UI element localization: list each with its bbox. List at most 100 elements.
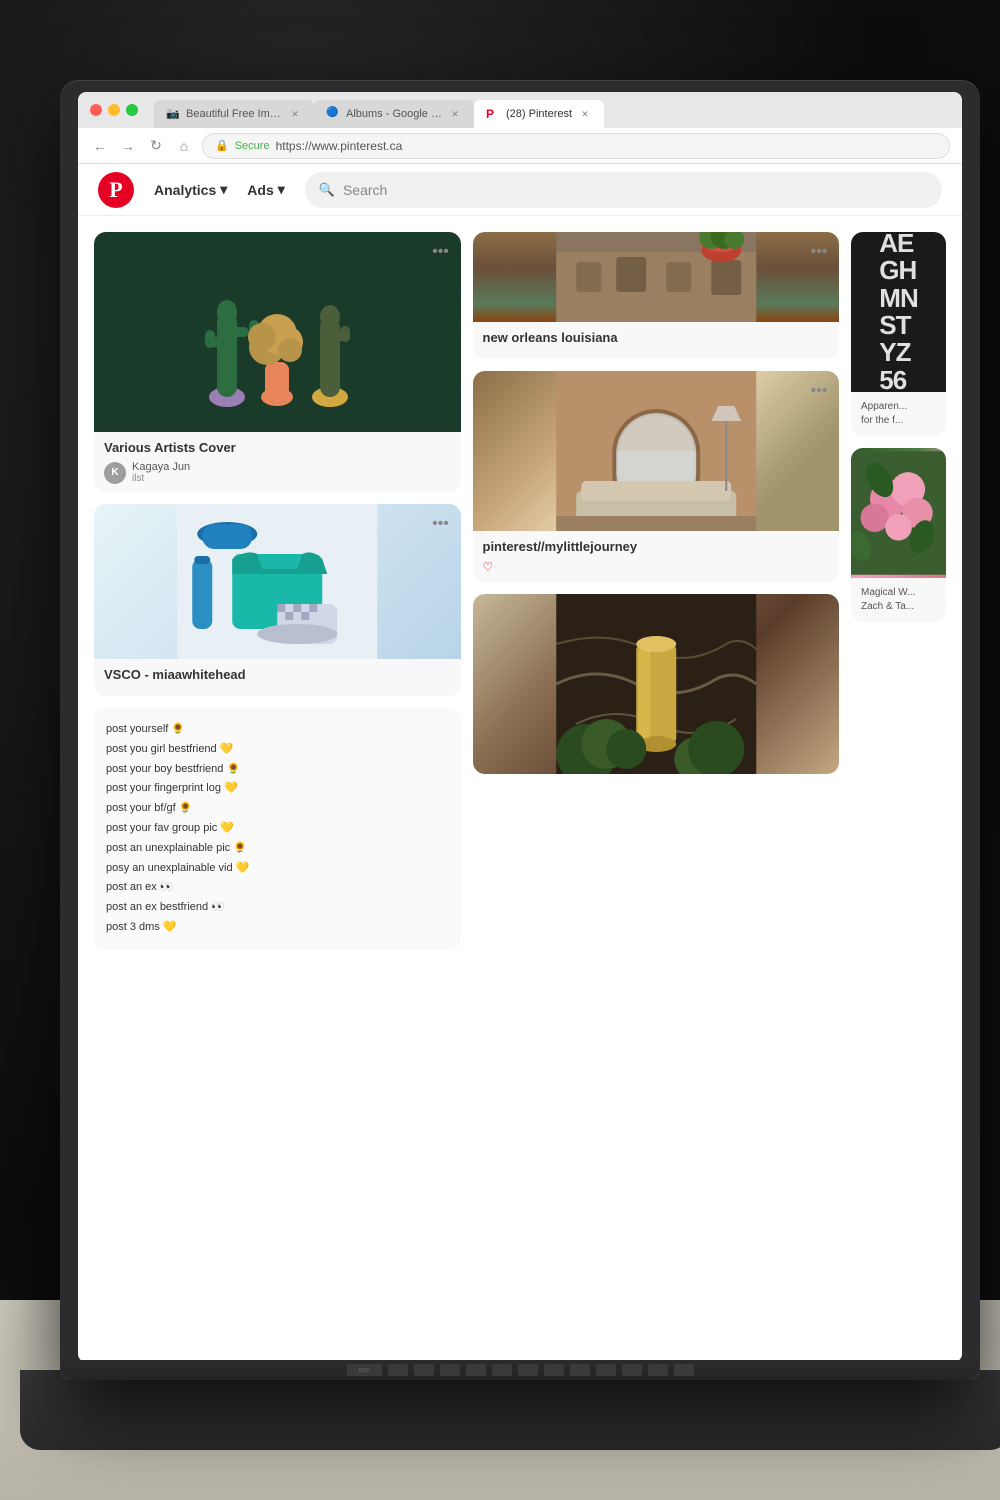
pinterest-navbar: P Analytics ▾ Ads ▾ 🔍 Search <box>78 164 962 216</box>
pin-typography-image: AEGHMNSTYZ56 <box>851 232 946 392</box>
text-line-5: post your bf/gf 🌻 <box>106 799 449 819</box>
address-bar: ← → ↻ ⌂ 🔒 Secure https://www.pinterest.c… <box>78 128 962 164</box>
pin-text-list[interactable]: post yourself 🌻 post you girl bestfriend… <box>94 708 461 950</box>
esc-key[interactable]: esc <box>347 1364 382 1376</box>
pin-plants-more[interactable]: ••• <box>429 240 453 264</box>
masonry-grid: Various Artists Cover K Kagaya Jun ilst … <box>78 216 962 1362</box>
pin-floral-info: Magical W...Zach & Ta... <box>851 578 946 622</box>
analytics-label: Analytics <box>154 182 216 198</box>
pin-typography[interactable]: AEGHMNSTYZ56 Apparen...for the f... <box>851 232 946 436</box>
tab-pinterest-label: (28) Pinterest <box>506 108 572 120</box>
refresh-button[interactable]: ↻ <box>146 136 166 156</box>
pin-plants-sublabel: ilst <box>132 473 190 484</box>
tab-unsplash-label: Beautiful Free Images & Pictu... <box>186 108 282 120</box>
pin-interior[interactable]: pinterest//mylittlejourney ♡ ••• <box>473 371 840 582</box>
pin-marble[interactable] <box>473 594 840 774</box>
f2-key[interactable] <box>414 1364 434 1376</box>
pin-marble-image <box>473 594 840 774</box>
plant-illustration-image <box>94 232 461 432</box>
pin-vsco-title: VSCO - miaawhitehead <box>104 667 451 682</box>
pin-column-1: Various Artists Cover K Kagaya Jun ilst … <box>94 232 461 1346</box>
google-photos-favicon: 🔵 <box>326 107 340 121</box>
search-icon: 🔍 <box>319 182 335 198</box>
text-line-1: post yourself 🌻 <box>106 720 449 740</box>
pin-column-3: AEGHMNSTYZ56 Apparen...for the f... <box>851 232 946 1346</box>
pin-new-orleans-more[interactable]: ••• <box>807 240 831 264</box>
ads-menu[interactable]: Ads ▾ <box>247 181 284 198</box>
pin-new-orleans[interactable]: new orleans louisiana ••• <box>473 232 840 359</box>
pin-vsco-info: VSCO - miaawhitehead <box>94 659 461 696</box>
f10-key[interactable] <box>622 1364 642 1376</box>
secure-label: Secure <box>235 140 270 152</box>
heart-icon: ♡ <box>483 560 494 574</box>
pinterest-favicon: P <box>486 107 500 121</box>
text-line-6: post your fav group pic 💛 <box>106 819 449 839</box>
tab-unsplash-close[interactable]: ✕ <box>288 107 302 121</box>
f7-key[interactable] <box>544 1364 564 1376</box>
pin-plants[interactable]: Various Artists Cover K Kagaya Jun ilst … <box>94 232 461 492</box>
text-line-11: post 3 dms 💛 <box>106 918 449 938</box>
pin-plants-info: Various Artists Cover K Kagaya Jun ilst <box>94 432 461 492</box>
url-text: https://www.pinterest.ca <box>276 139 403 153</box>
text-line-10: post an ex bestfriend 👀 <box>106 898 449 918</box>
pin-new-orleans-title: new orleans louisiana <box>483 330 830 345</box>
f12-key[interactable] <box>674 1364 694 1376</box>
pin-plants-user: K Kagaya Jun ilst <box>104 461 451 484</box>
f11-key[interactable] <box>648 1364 668 1376</box>
pin-vsco-more[interactable]: ••• <box>429 512 453 536</box>
ads-chevron: ▾ <box>278 181 285 198</box>
maximize-button[interactable] <box>126 104 138 116</box>
pin-floral-image <box>851 448 946 578</box>
f9-key[interactable] <box>596 1364 616 1376</box>
f8-key[interactable] <box>570 1364 590 1376</box>
tab-pinterest-close[interactable]: ✕ <box>578 107 592 121</box>
pin-plants-username: Kagaya Jun <box>132 461 190 473</box>
pin-plants-avatar: K <box>104 462 126 484</box>
back-button[interactable]: ← <box>90 136 110 156</box>
url-bar[interactable]: 🔒 Secure https://www.pinterest.ca <box>202 133 950 159</box>
tab-pinterest[interactable]: P (28) Pinterest ✕ <box>474 100 604 128</box>
pin-interior-title: pinterest//mylittlejourney <box>483 539 830 554</box>
forward-button[interactable]: → <box>118 136 138 156</box>
close-button[interactable] <box>90 104 102 116</box>
tab-google-photos[interactable]: 🔵 Albums - Google Photos ✕ <box>314 100 474 128</box>
tab-unsplash[interactable]: 📷 Beautiful Free Images & Pictu... ✕ <box>154 100 314 128</box>
pinterest-content: Various Artists Cover K Kagaya Jun ilst … <box>78 216 962 1362</box>
text-line-2: post you girl bestfriend 💛 <box>106 740 449 760</box>
f4-key[interactable] <box>466 1364 486 1376</box>
typography-text: AEGHMNSTYZ56 <box>871 232 925 392</box>
pin-interior-more[interactable]: ••• <box>807 379 831 403</box>
text-line-7: post an unexplainable pic 🌻 <box>106 839 449 859</box>
pin-text-list-image: post yourself 🌻 post you girl bestfriend… <box>94 708 461 950</box>
browser-tabs: 📷 Beautiful Free Images & Pictu... ✕ 🔵 A… <box>154 92 950 128</box>
lock-icon: 🔒 <box>215 139 229 152</box>
pin-floral-title: Magical W...Zach & Ta... <box>861 586 936 614</box>
pin-floral[interactable]: Magical W...Zach & Ta... <box>851 448 946 622</box>
text-line-4: post your fingerprint log 💛 <box>106 779 449 799</box>
analytics-menu[interactable]: Analytics ▾ <box>154 181 227 198</box>
f6-key[interactable] <box>518 1364 538 1376</box>
pin-new-orleans-info: new orleans louisiana <box>473 322 840 359</box>
text-line-9: post an ex 👀 <box>106 878 449 898</box>
pin-vsco-image <box>94 504 461 659</box>
f1-key[interactable] <box>388 1364 408 1376</box>
home-button[interactable]: ⌂ <box>174 136 194 156</box>
f3-key[interactable] <box>440 1364 460 1376</box>
pin-new-orleans-image <box>473 232 840 322</box>
pin-vsco[interactable]: VSCO - miaawhitehead ••• <box>94 504 461 696</box>
pin-interior-info: pinterest//mylittlejourney ♡ <box>473 531 840 582</box>
pin-typography-info: Apparen...for the f... <box>851 392 946 436</box>
minimize-button[interactable] <box>108 104 120 116</box>
analytics-chevron: ▾ <box>220 181 227 198</box>
pin-typography-title: Apparen...for the f... <box>861 400 936 428</box>
keyboard-hint: esc <box>60 1360 980 1380</box>
f5-key[interactable] <box>492 1364 512 1376</box>
pinterest-logo[interactable]: P <box>98 172 134 208</box>
pin-column-2: new orleans louisiana ••• <box>473 232 840 1346</box>
title-bar: 📷 Beautiful Free Images & Pictu... ✕ 🔵 A… <box>78 92 962 128</box>
pinterest-logo-letter: P <box>109 177 122 203</box>
tab-google-photos-close[interactable]: ✕ <box>448 107 462 121</box>
text-line-3: post your boy bestfriend 🌻 <box>106 760 449 780</box>
search-bar[interactable]: 🔍 Search <box>305 172 942 208</box>
search-placeholder: Search <box>343 182 387 198</box>
